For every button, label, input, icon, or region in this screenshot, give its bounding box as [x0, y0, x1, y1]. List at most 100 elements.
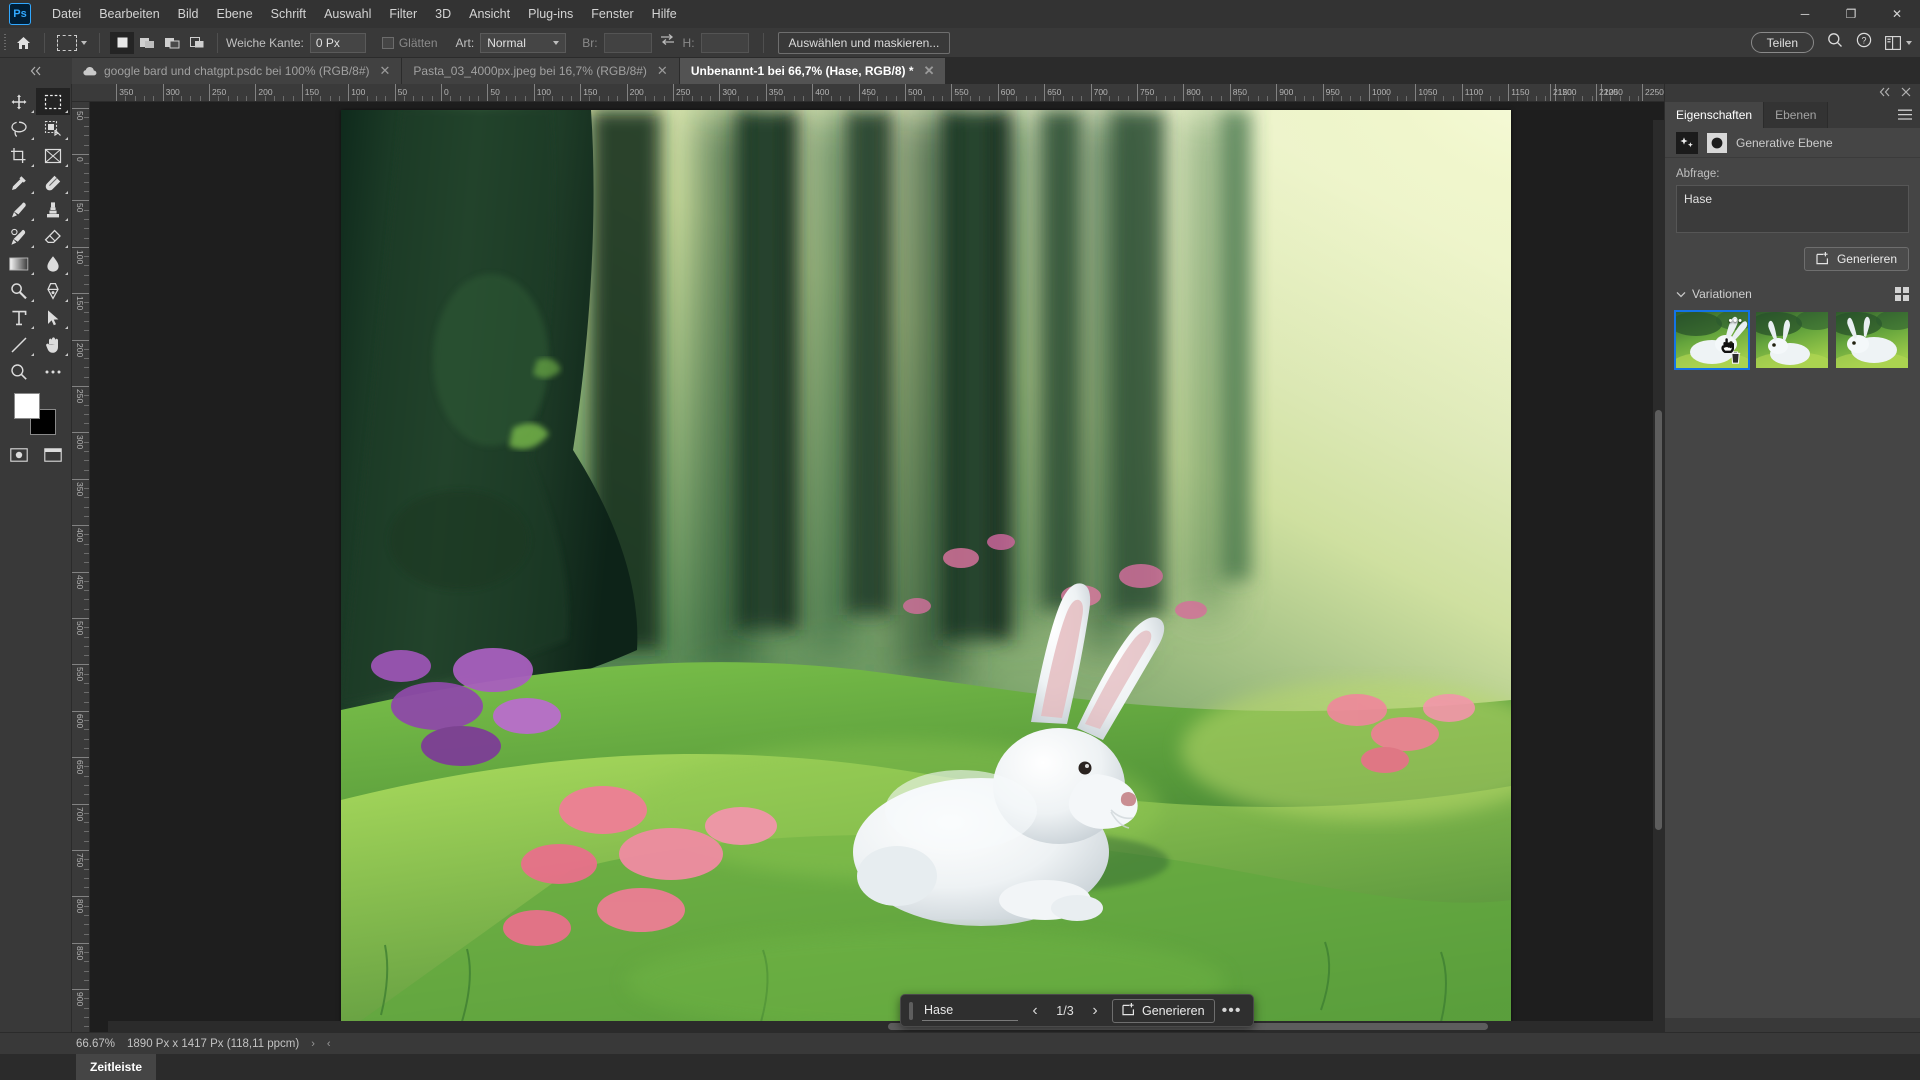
search-icon[interactable]: [1827, 32, 1843, 53]
variation-thumbnail-1[interactable]: •••: [1674, 310, 1750, 370]
toolbar-collapse-button[interactable]: [0, 58, 72, 84]
close-button[interactable]: ✕: [1874, 0, 1920, 28]
menu-filter[interactable]: Filter: [380, 3, 426, 25]
healing-brush-tool[interactable]: [36, 169, 70, 196]
ruler-tick-label: 0: [75, 157, 85, 162]
menu-plug-ins[interactable]: Plug-ins: [519, 3, 582, 25]
line-tool[interactable]: [2, 331, 36, 358]
taskbar-generate-button[interactable]: Generieren: [1112, 998, 1215, 1023]
grid-view-icon[interactable]: [1895, 287, 1909, 301]
intersect-selection-button[interactable]: [185, 32, 209, 54]
select-and-mask-button[interactable]: Auswählen und maskieren...: [777, 31, 951, 54]
move-tool[interactable]: [2, 88, 36, 115]
menu-bearbeiten[interactable]: Bearbeiten: [90, 3, 168, 25]
variations-title[interactable]: Variationen: [1676, 287, 1752, 301]
zoom-tool[interactable]: [2, 358, 36, 385]
next-variation-button[interactable]: ›: [1082, 999, 1108, 1023]
menu-datei[interactable]: Datei: [43, 3, 90, 25]
subtract-from-selection-button[interactable]: [160, 32, 184, 54]
vertical-scrollbar[interactable]: [1653, 120, 1664, 1021]
document-tab-1[interactable]: google bard und chatgpt.psdc bei 100% (R…: [72, 58, 403, 84]
path-selection-tool[interactable]: [36, 304, 70, 331]
taskbar-generate-label: Generieren: [1142, 1003, 1205, 1018]
menu-hilfe[interactable]: Hilfe: [643, 3, 686, 25]
horizontal-scrollbar[interactable]: [108, 1021, 1664, 1032]
status-next-arrow[interactable]: ›: [311, 1038, 315, 1050]
crop-tool[interactable]: [2, 142, 36, 169]
menu-auswahl[interactable]: Auswahl: [315, 3, 380, 25]
canvas-viewport[interactable]: Hase ‹ 1/3 › Generieren •••: [90, 102, 1664, 1032]
document-tab-close-button[interactable]: ✕: [380, 63, 391, 79]
type-tool[interactable]: [2, 304, 36, 331]
menu-fenster[interactable]: Fenster: [582, 3, 642, 25]
style-select[interactable]: Normal: [480, 32, 567, 53]
panel-tab-ebenen[interactable]: Ebenen: [1764, 102, 1829, 128]
restore-button[interactable]: ❐: [1828, 0, 1874, 28]
menu-ansicht[interactable]: Ansicht: [460, 3, 519, 25]
clone-stamp-tool[interactable]: [36, 196, 70, 223]
panel-collapse-bar: [1665, 84, 1920, 102]
brush-tool[interactable]: [2, 196, 36, 223]
eraser-tool[interactable]: [36, 223, 70, 250]
vertical-scrollbar-thumb[interactable]: [1655, 410, 1662, 830]
hand-tool[interactable]: [36, 331, 70, 358]
lasso-tool[interactable]: [2, 115, 36, 142]
panel-tab-eigenschaften[interactable]: Eigenschaften: [1665, 102, 1765, 128]
pen-tool[interactable]: [36, 277, 70, 304]
zoom-level[interactable]: 66.67%: [76, 1038, 115, 1050]
tool-preset-picker[interactable]: [53, 34, 91, 51]
home-icon[interactable]: [10, 30, 36, 56]
close-panel-icon[interactable]: [1901, 87, 1911, 100]
taskbar-more-button[interactable]: •••: [1219, 1002, 1245, 1020]
rectangular-marquee-tool[interactable]: [35, 88, 70, 115]
menu-bild[interactable]: Bild: [169, 3, 208, 25]
panel-menu-icon[interactable]: [1898, 108, 1912, 126]
dodge-tool[interactable]: [2, 277, 36, 304]
document-canvas[interactable]: [341, 110, 1511, 1032]
previous-variation-button[interactable]: ‹: [1022, 999, 1048, 1023]
blur-tool[interactable]: [36, 250, 70, 277]
foreground-color-swatch[interactable]: [13, 393, 40, 419]
eyedropper-tool[interactable]: [2, 169, 36, 196]
options-bar-grip[interactable]: [0, 28, 10, 58]
swap-dimensions-icon[interactable]: [660, 33, 675, 52]
help-icon[interactable]: ?: [1856, 32, 1872, 53]
quick-selection-tool[interactable]: [36, 115, 70, 142]
add-to-selection-button[interactable]: [135, 32, 159, 54]
feather-input[interactable]: 0 Px: [309, 32, 366, 53]
menu-schrift[interactable]: Schrift: [262, 3, 315, 25]
document-tab-close-button[interactable]: ✕: [924, 63, 935, 79]
prompt-textarea[interactable]: Hase: [1676, 185, 1909, 233]
collapse-panel-icon[interactable]: [1879, 87, 1891, 100]
taskbar-prompt-input[interactable]: Hase: [922, 1001, 1018, 1021]
feather-label: Weiche Kante:: [226, 35, 304, 50]
history-brush-tool[interactable]: [2, 223, 36, 250]
generative-layer-row[interactable]: Generative Ebene: [1665, 128, 1920, 158]
variation-thumbnail-2[interactable]: [1756, 312, 1828, 368]
status-prev-arrow[interactable]: ‹: [327, 1038, 331, 1050]
tab-timeline[interactable]: Zeitleiste: [76, 1054, 157, 1080]
frame-tool[interactable]: [36, 142, 70, 169]
antialias-checkbox[interactable]: [381, 36, 394, 49]
variation-more-icon[interactable]: •••: [1728, 315, 1743, 327]
workspace-switcher[interactable]: [1885, 35, 1912, 50]
share-button[interactable]: Teilen: [1750, 32, 1814, 53]
menu-ebene[interactable]: Ebene: [208, 3, 262, 25]
height-input[interactable]: [700, 32, 749, 53]
options-bar-right: Teilen ?: [1750, 32, 1912, 53]
menu-3d[interactable]: 3D: [426, 3, 460, 25]
screen-mode-button[interactable]: [36, 441, 70, 468]
document-tab-3[interactable]: Unbenannt-1 bei 66,7% (Hase, RGB/8) * ✕: [679, 58, 947, 84]
taskbar-drag-handle[interactable]: [909, 1001, 913, 1020]
generate-button[interactable]: Generieren: [1803, 247, 1909, 271]
gradient-tool[interactable]: [2, 250, 36, 277]
width-input[interactable]: [603, 32, 652, 53]
new-selection-button[interactable]: [110, 31, 134, 54]
document-tab-2[interactable]: Pasta_03_4000px.jpeg bei 16,7% (RGB/8#) ✕: [402, 58, 680, 84]
minimize-button[interactable]: ─: [1782, 0, 1828, 28]
variation-thumbnail-3[interactable]: [1836, 312, 1908, 368]
document-tab-close-button[interactable]: ✕: [657, 63, 668, 79]
more-tools[interactable]: [36, 358, 70, 385]
color-swatches[interactable]: [13, 393, 58, 435]
quick-mask-mode-button[interactable]: [2, 441, 36, 468]
